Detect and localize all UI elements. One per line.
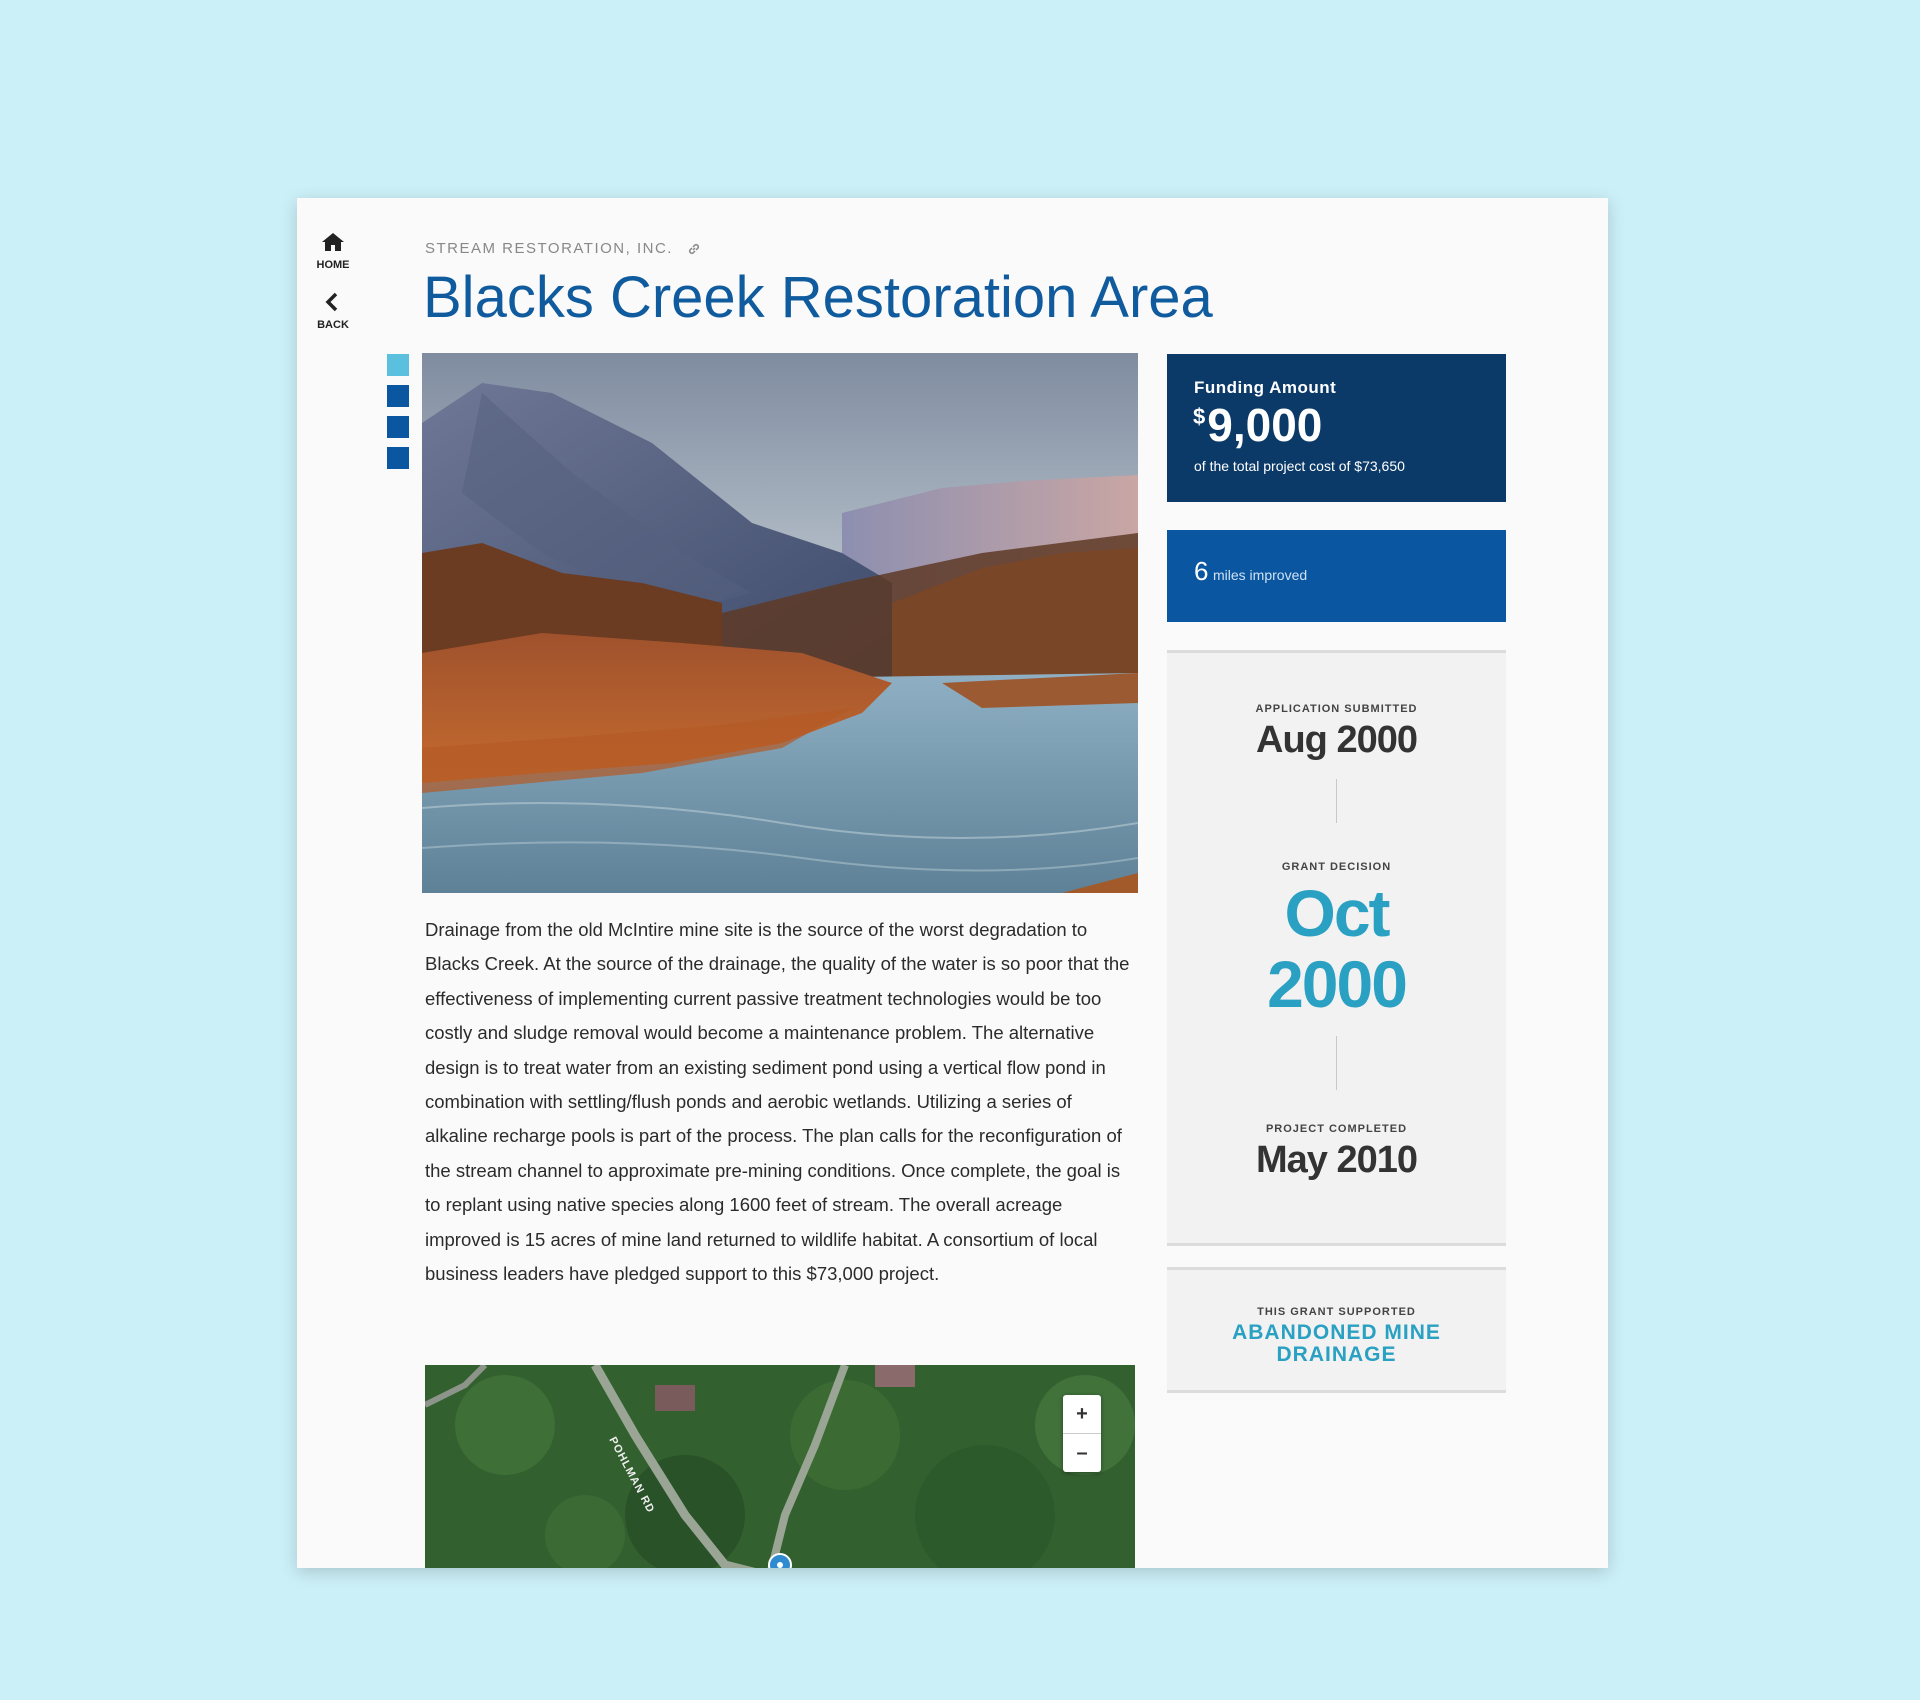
- gallery-thumb[interactable]: [387, 416, 409, 438]
- funding-amount: $9,000: [1193, 398, 1322, 452]
- back-nav-button[interactable]: BACK: [297, 292, 369, 331]
- gallery-thumb[interactable]: [387, 385, 409, 407]
- link-icon: [688, 244, 699, 255]
- decision-month: Oct: [1284, 876, 1390, 950]
- submitted-value: Aug 2000: [1256, 719, 1418, 761]
- decision-year: 2000: [1267, 947, 1408, 1021]
- funding-note: of the total project cost of $73,650: [1194, 458, 1405, 474]
- project-card: HOME BACK STREAM RESTORATION, INC. Black…: [297, 198, 1608, 1568]
- supported-program-link[interactable]: ABANDONED MINE DRAINAGE: [1207, 1322, 1466, 1366]
- supported-panel: THIS GRANT SUPPORTED ABANDONED MINE DRAI…: [1167, 1267, 1506, 1393]
- funding-amount-value: 9,000: [1207, 399, 1323, 451]
- timeline-connector: [1336, 1036, 1337, 1090]
- map-zoom-controls: + –: [1063, 1395, 1101, 1472]
- home-icon: [322, 233, 344, 251]
- page-title: Blacks Creek Restoration Area: [423, 265, 1213, 330]
- zoom-out-button[interactable]: –: [1063, 1433, 1101, 1472]
- decision-label: GRANT DECISION: [1281, 861, 1392, 873]
- completed-label: PROJECT COMPLETED: [1265, 1123, 1408, 1135]
- hero-photo: [422, 353, 1138, 893]
- back-label: BACK: [317, 319, 349, 331]
- currency-symbol: $: [1193, 404, 1206, 429]
- home-label: HOME: [316, 259, 350, 271]
- timeline-connector: [1336, 779, 1337, 823]
- funding-label: Funding Amount: [1194, 378, 1337, 397]
- completed-value: May 2010: [1255, 1139, 1418, 1181]
- gallery-thumbnails: [387, 354, 409, 478]
- zoom-in-button[interactable]: +: [1063, 1395, 1101, 1433]
- organization-link[interactable]: STREAM RESTORATION, INC.: [425, 240, 701, 257]
- impact-panel: 6 miles improved: [1167, 530, 1506, 622]
- organization-name: STREAM RESTORATION, INC.: [425, 240, 673, 257]
- gallery-thumb[interactable]: [387, 354, 409, 376]
- project-description: Drainage from the old McIntire mine site…: [425, 919, 1130, 1285]
- supported-label: THIS GRANT SUPPORTED: [1257, 1306, 1416, 1318]
- impact-number: 6: [1194, 556, 1209, 586]
- gallery-thumb[interactable]: [387, 447, 409, 469]
- location-map[interactable]: POHLMAN RD + –: [425, 1365, 1135, 1568]
- timeline-panel: APPLICATION SUBMITTED Aug 2000 GRANT DEC…: [1167, 650, 1506, 1246]
- funding-panel: Funding Amount $9,000 of the total proje…: [1167, 354, 1506, 502]
- submitted-label: APPLICATION SUBMITTED: [1255, 703, 1418, 715]
- impact-unit: miles improved: [1213, 567, 1308, 583]
- chevron-left-icon: [325, 292, 338, 312]
- home-nav-button[interactable]: HOME: [297, 232, 369, 271]
